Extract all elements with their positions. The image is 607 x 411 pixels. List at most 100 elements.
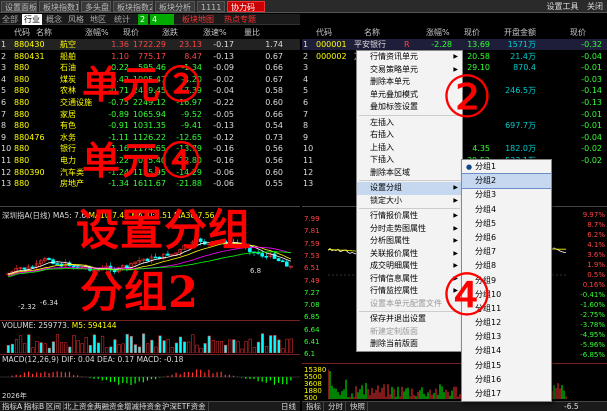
cell-speed: -0.12 (213, 132, 234, 142)
cell-amount: 697.7万 (505, 121, 536, 131)
menu-item[interactable]: 行情资讯单元 ▶ (357, 51, 462, 64)
tab-intraday[interactable]: 分时 (326, 402, 346, 411)
tab-hot-topics[interactable]: 热点专题 (222, 14, 258, 25)
menu-item[interactable]: 行情报价属性 ▶ (357, 210, 462, 223)
cell-code: 880 (14, 74, 30, 84)
menu-item[interactable]: 分时走势图属性 ▶ (357, 223, 462, 236)
settings-tools-button[interactable]: 设置工具 (546, 2, 578, 11)
indicator-tab[interactable]: 增减持资金 (122, 402, 165, 411)
column-header[interactable]: 现价 (570, 27, 586, 38)
top-tab[interactable]: 板块指数2 (113, 1, 153, 12)
pct-tick: 6.2% (587, 231, 605, 239)
cell-speed: -0.22 (213, 98, 234, 107)
menu-item-label: 分时走势图属性 (370, 223, 426, 233)
menu-item[interactable]: 设置分组 ▶ (357, 182, 462, 195)
group-item-label: 分组5 (475, 218, 497, 228)
menu-separator (359, 208, 460, 209)
table-row[interactable]: 7 880 家居 -0.89 1065.94 -9.52 -0.05 0.66 (0, 109, 300, 120)
group-item[interactable]: ● 分组1 (462, 160, 551, 174)
daily-tab[interactable]: 日线 (279, 402, 298, 411)
menu-item[interactable]: 下插入 (357, 154, 462, 167)
column-header[interactable]: 涨跌 (162, 27, 178, 38)
tab-all[interactable]: 全部 (0, 14, 20, 25)
group-item[interactable]: 分组7 (462, 245, 551, 259)
top-tab[interactable]: 多头盘 (81, 1, 111, 12)
menu-item[interactable]: 关联报价属性 ▶ (357, 248, 462, 261)
tab-extra-box[interactable]: 4 (150, 14, 174, 25)
tab-snapshot[interactable]: 快照 (348, 402, 368, 411)
group-item[interactable]: 分组16 (462, 373, 551, 387)
intraday-tab-strip: 指标 分时 快照 -6.5 (302, 401, 607, 411)
cell-idx: 6 (1, 98, 7, 107)
close-button[interactable]: 关闭 (587, 2, 603, 11)
cell-code: 880 (14, 109, 30, 119)
menu-item[interactable]: 分析图属性 ▶ (357, 235, 462, 248)
chevron-right-icon: ▶ (453, 212, 458, 219)
tab-stats[interactable]: 统计 (112, 14, 132, 25)
group-item[interactable]: 分组5 (462, 217, 551, 231)
cell-code: 880 (14, 86, 30, 96)
chevron-right-icon: ▶ (453, 196, 458, 204)
pct-tick: 0.5% (587, 271, 605, 279)
table-row[interactable]: 2 880431 船舶 1.10 775.17 8.47 -0.13 0.67 (0, 51, 300, 62)
column-header[interactable]: 涨幅% (426, 27, 450, 38)
table-row[interactable]: 8 880 有色 -0.91 1031.35 -9.41 -0.13 0.54 (0, 120, 300, 131)
top-tab[interactable]: 设置面板 (1, 1, 37, 12)
group-item[interactable]: 分组6 (462, 231, 551, 245)
top-tab[interactable]: 板块指数1 (39, 1, 79, 12)
cell-vr: 0.60 (265, 167, 283, 177)
column-header[interactable]: 涨速% (203, 27, 227, 38)
cell-idx: 1 (303, 40, 309, 49)
tab-indicator[interactable]: 指标 (304, 402, 324, 411)
cell-speed: -0.05 (213, 109, 234, 119)
column-header[interactable]: 代码 (14, 27, 30, 38)
column-header[interactable]: 开盘金额 (504, 27, 536, 38)
group-item[interactable]: 分组17 (462, 387, 551, 401)
pct-tick: -3.78% (580, 321, 605, 329)
cell-speed: -0.13 (213, 121, 234, 131)
column-header[interactable]: 名称 (36, 27, 52, 38)
group-item[interactable]: 分组14 (462, 344, 551, 358)
column-header[interactable]: 名称 (364, 27, 380, 38)
group-item[interactable]: 分组13 (462, 330, 551, 344)
tab-region[interactable]: 地区 (88, 14, 108, 25)
tab-sector-map[interactable]: 板块地图 (180, 14, 216, 25)
tab-industry[interactable]: 行业 (22, 14, 42, 25)
table-row[interactable]: 1 000001 平安银行 R -2.28 13.69 1571万 -0.32 (302, 39, 607, 50)
menu-item[interactable]: 上插入 (357, 142, 462, 155)
menu-item[interactable]: 删除当前版面 (357, 338, 462, 351)
cell-vr: 0.67 (265, 51, 283, 61)
menu-item-label: 关联报价属性 (370, 248, 418, 258)
cell-idx: 2 (303, 51, 309, 61)
column-header[interactable]: 涨幅% (85, 27, 109, 38)
column-header[interactable]: 现价 (123, 27, 139, 38)
table-row[interactable]: 1 880430 航空 1.36 1722.29 23.13 -0.17 1.74 (0, 39, 300, 50)
tab-concept[interactable]: 概念 (44, 14, 64, 25)
price-tick: 6.41 (304, 338, 320, 346)
cell-idx: 10 (303, 144, 314, 154)
group-item[interactable]: 分组3 (462, 188, 551, 202)
menu-item[interactable]: 删除本区域 (357, 167, 462, 180)
group-item[interactable]: 分组4 (462, 203, 551, 217)
cell-last: -0.03 (581, 74, 602, 84)
pct-tick: -6.85% (580, 351, 605, 359)
top-tab[interactable]: 板块分析 (155, 1, 195, 12)
column-header[interactable]: 量比 (244, 27, 260, 38)
menu-item[interactable]: 锁定大小 ▶ (357, 195, 462, 208)
top-tab[interactable]: 1111 (197, 1, 225, 12)
indicator-tab[interactable]: 区间 (44, 402, 64, 411)
menu-item-label: 行情资讯单元 (370, 52, 418, 61)
menu-item-label: 行情报价属性 (370, 211, 418, 220)
group-item[interactable]: 分组15 (462, 359, 551, 373)
top-tab[interactable]: 协力码 (227, 1, 265, 12)
cell-code: 880476 (14, 132, 45, 142)
column-header[interactable]: 现价 (464, 27, 480, 38)
indicator-tab[interactable]: 沪深ETF资金 (160, 402, 209, 411)
column-header[interactable]: 代码 (316, 27, 332, 38)
cell-name: 家居 (60, 109, 76, 119)
annotation-circle2: ② (441, 63, 493, 131)
menu-item-label: 右插入 (370, 130, 394, 139)
candle-body (145, 258, 150, 262)
tab-style[interactable]: 风格 (66, 14, 86, 25)
group-item[interactable]: 分组2 (461, 173, 552, 190)
